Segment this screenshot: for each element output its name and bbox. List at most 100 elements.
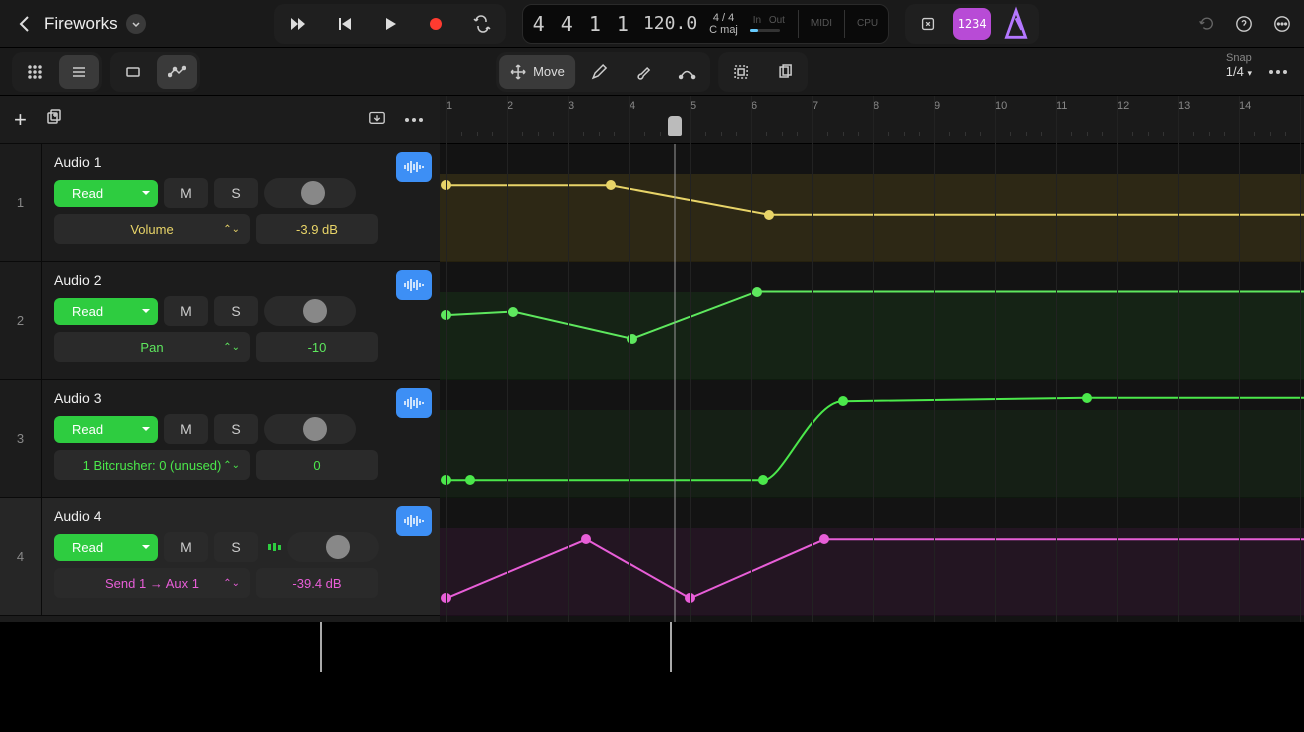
brush-tool[interactable] bbox=[623, 55, 663, 89]
automation-point[interactable] bbox=[465, 475, 475, 485]
toolbar-more-icon[interactable] bbox=[1266, 60, 1290, 84]
list-view-button[interactable] bbox=[59, 55, 99, 89]
waveform-icon[interactable] bbox=[396, 506, 432, 536]
mode-chips: 1234 bbox=[905, 4, 1039, 44]
automation-point[interactable] bbox=[1082, 393, 1092, 403]
waveform-icon[interactable] bbox=[396, 152, 432, 182]
automation-param-select[interactable]: Volume⌃⌄ bbox=[54, 214, 250, 244]
lcd-display[interactable]: 4 4 1 1 120.0 4 / 4 C maj InOut MIDI CPU bbox=[522, 4, 889, 44]
mute-button[interactable]: M bbox=[164, 532, 208, 562]
automation-mode-button[interactable]: Read bbox=[54, 416, 158, 443]
import-button[interactable] bbox=[368, 108, 386, 131]
add-track-button[interactable]: + bbox=[14, 107, 27, 133]
automation-param-select[interactable]: 1 Bitcrusher: 0 (unused)⌃⌄ bbox=[54, 450, 250, 480]
cpu-label: CPU bbox=[857, 18, 878, 29]
automation-point[interactable] bbox=[581, 534, 591, 544]
mute-button[interactable]: M bbox=[164, 296, 208, 326]
transport-controls bbox=[274, 4, 506, 44]
automation-view-button[interactable] bbox=[157, 55, 197, 89]
automation-mode-button[interactable]: Read bbox=[54, 180, 158, 207]
track-row[interactable]: 3 Audio 3 Read M S 1 Bitcrusher: 0 (unus… bbox=[0, 380, 440, 498]
track-row[interactable]: 4 Audio 4 Read M S Send 1 → Aux 1⌃⌄ -39.… bbox=[0, 498, 440, 616]
ruler-number: 14 bbox=[1239, 100, 1251, 112]
track-number: 4 bbox=[0, 498, 42, 615]
waveform-icon[interactable] bbox=[396, 270, 432, 300]
view-mode-group bbox=[12, 52, 102, 92]
sidebar-more-icon[interactable] bbox=[402, 108, 426, 132]
chevron-down-icon bbox=[126, 14, 146, 34]
fast-forward-button[interactable] bbox=[278, 8, 318, 40]
select-all-tool[interactable] bbox=[721, 55, 761, 89]
volume-slider[interactable] bbox=[264, 178, 356, 208]
metronome-chip[interactable] bbox=[997, 8, 1035, 40]
move-tool[interactable]: Move bbox=[499, 55, 575, 89]
lane[interactable] bbox=[440, 380, 1304, 498]
back-button[interactable] bbox=[12, 12, 36, 36]
playhead[interactable] bbox=[668, 116, 682, 136]
solo-button[interactable]: S bbox=[214, 532, 258, 562]
play-button[interactable] bbox=[370, 8, 410, 40]
track-name: Audio 2 bbox=[54, 272, 430, 288]
snap-display[interactable]: Snap 1/4 ▾ bbox=[1226, 52, 1252, 79]
io-meters: InOut bbox=[750, 15, 786, 32]
marker-line-2 bbox=[670, 622, 672, 672]
automation-value[interactable]: 0 bbox=[256, 450, 378, 480]
automation-point[interactable] bbox=[758, 475, 768, 485]
waveform-icon[interactable] bbox=[396, 388, 432, 418]
automation-param-select[interactable]: Send 1 → Aux 1⌃⌄ bbox=[54, 568, 250, 598]
automation-value[interactable]: -39.4 dB bbox=[256, 568, 378, 598]
grid-view-button[interactable] bbox=[15, 55, 55, 89]
solo-button[interactable]: S bbox=[214, 414, 258, 444]
pencil-tool[interactable] bbox=[579, 55, 619, 89]
automation-point[interactable] bbox=[838, 396, 848, 406]
automation-value[interactable]: -3.9 dB bbox=[256, 214, 378, 244]
undo-icon[interactable] bbox=[1196, 14, 1216, 34]
cycle-button[interactable] bbox=[462, 8, 502, 40]
automation-point[interactable] bbox=[819, 534, 829, 544]
go-to-start-button[interactable] bbox=[324, 8, 364, 40]
more-icon[interactable] bbox=[1272, 14, 1292, 34]
solo-button[interactable]: S bbox=[214, 178, 258, 208]
automation-point[interactable] bbox=[606, 180, 616, 190]
ruler-number: 11 bbox=[1056, 100, 1067, 112]
automation-value[interactable]: -10 bbox=[256, 332, 378, 362]
volume-slider[interactable] bbox=[287, 532, 379, 562]
display-group bbox=[110, 52, 200, 92]
project-name: Fireworks bbox=[44, 14, 118, 34]
track-name: Audio 3 bbox=[54, 390, 430, 406]
help-icon[interactable] bbox=[1234, 14, 1254, 34]
lane[interactable] bbox=[440, 144, 1304, 262]
automation-point[interactable] bbox=[508, 307, 518, 317]
solo-button[interactable]: S bbox=[214, 296, 258, 326]
project-title[interactable]: Fireworks bbox=[44, 14, 146, 34]
automation-point[interactable] bbox=[752, 287, 762, 297]
duplicate-track-button[interactable] bbox=[45, 108, 63, 131]
tracks-list: 1 Audio 1 Read M S Volume⌃⌄ -3.9 dB 2 bbox=[0, 144, 440, 616]
track-row[interactable]: 1 Audio 1 Read M S Volume⌃⌄ -3.9 dB bbox=[0, 144, 440, 262]
volume-slider[interactable] bbox=[264, 414, 356, 444]
ruler-number: 10 bbox=[995, 100, 1007, 112]
ruler-number: 12 bbox=[1117, 100, 1129, 112]
position-display: 4 4 1 1 bbox=[533, 12, 631, 36]
mute-button[interactable]: M bbox=[164, 178, 208, 208]
lane[interactable] bbox=[440, 498, 1304, 616]
automation-point[interactable] bbox=[764, 210, 774, 220]
automation-param-select[interactable]: Pan⌃⌄ bbox=[54, 332, 250, 362]
count-in-chip[interactable]: 1234 bbox=[953, 8, 991, 40]
track-number: 3 bbox=[0, 380, 42, 497]
bottom-area bbox=[0, 622, 1304, 732]
record-button[interactable] bbox=[416, 8, 456, 40]
tuner-chip[interactable] bbox=[909, 8, 947, 40]
automation-mode-button[interactable]: Read bbox=[54, 534, 158, 561]
region-view-button[interactable] bbox=[113, 55, 153, 89]
curve-tool[interactable] bbox=[667, 55, 707, 89]
sidebar-header: + bbox=[0, 96, 440, 144]
tempo-display: 120.0 bbox=[643, 13, 697, 34]
track-row[interactable]: 2 Audio 2 Read M S Pan⌃⌄ -10 bbox=[0, 262, 440, 380]
lane[interactable] bbox=[440, 262, 1304, 380]
volume-slider[interactable] bbox=[264, 296, 356, 326]
automation-mode-button[interactable]: Read bbox=[54, 298, 158, 325]
ruler[interactable]: 1234567891011121314 bbox=[440, 96, 1304, 144]
mute-button[interactable]: M bbox=[164, 414, 208, 444]
copy-tool[interactable] bbox=[765, 55, 805, 89]
